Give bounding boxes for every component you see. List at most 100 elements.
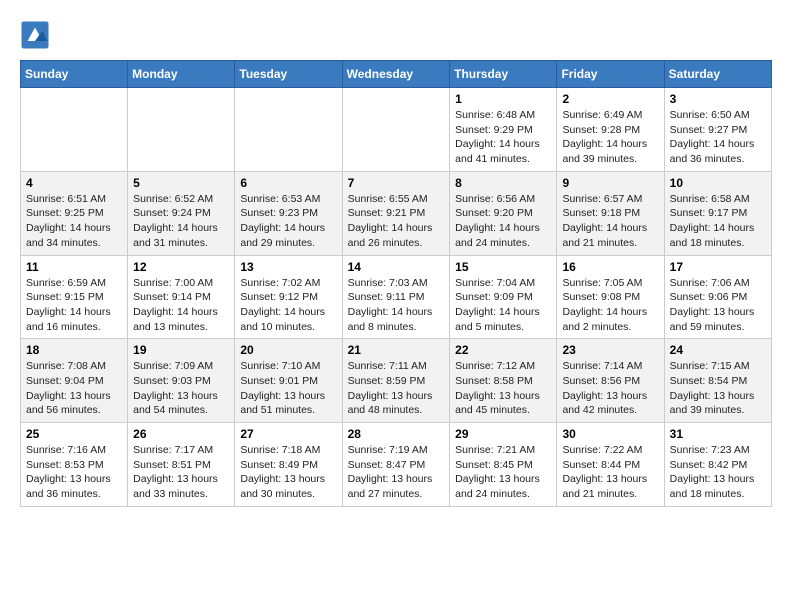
day-info: Sunrise: 7:23 AMSunset: 8:42 PMDaylight:… xyxy=(670,443,766,502)
day-info: Sunrise: 6:55 AMSunset: 9:21 PMDaylight:… xyxy=(348,192,445,251)
calendar-cell: 4 Sunrise: 6:51 AMSunset: 9:25 PMDaylight… xyxy=(21,171,128,255)
calendar-cell: 3 Sunrise: 6:50 AMSunset: 9:27 PMDaylight… xyxy=(664,88,771,172)
calendar-cell: 2 Sunrise: 6:49 AMSunset: 9:28 PMDaylight… xyxy=(557,88,664,172)
day-header-wednesday: Wednesday xyxy=(342,61,450,88)
day-number: 31 xyxy=(670,427,766,441)
calendar-cell: 8 Sunrise: 6:56 AMSunset: 9:20 PMDaylight… xyxy=(450,171,557,255)
day-number: 20 xyxy=(240,343,336,357)
day-number: 8 xyxy=(455,176,551,190)
day-info: Sunrise: 6:49 AMSunset: 9:28 PMDaylight:… xyxy=(562,108,658,167)
calendar-cell xyxy=(235,88,342,172)
calendar-week-row: 4 Sunrise: 6:51 AMSunset: 9:25 PMDaylight… xyxy=(21,171,772,255)
calendar-cell: 26 Sunrise: 7:17 AMSunset: 8:51 PMDayligh… xyxy=(128,423,235,507)
calendar-cell: 31 Sunrise: 7:23 AMSunset: 8:42 PMDayligh… xyxy=(664,423,771,507)
calendar-cell: 9Sunrise: 6:57 AMSunset: 9:18 PMDaylight… xyxy=(557,171,664,255)
calendar-cell: 15Sunrise: 7:04 AMSunset: 9:09 PMDayligh… xyxy=(450,255,557,339)
day-number: 14 xyxy=(348,260,445,274)
calendar-header-row: SundayMondayTuesdayWednesdayThursdayFrid… xyxy=(21,61,772,88)
day-info: Sunrise: 7:08 AMSunset: 9:04 PMDaylight:… xyxy=(26,359,122,418)
calendar-cell: 11 Sunrise: 6:59 AMSunset: 9:15 PMDayligh… xyxy=(21,255,128,339)
logo-icon xyxy=(20,20,50,50)
day-info: Sunrise: 7:15 AMSunset: 8:54 PMDaylight:… xyxy=(670,359,766,418)
calendar-cell xyxy=(128,88,235,172)
calendar-table: SundayMondayTuesdayWednesdayThursdayFrid… xyxy=(20,60,772,507)
calendar-cell: 5Sunrise: 6:52 AMSunset: 9:24 PMDaylight… xyxy=(128,171,235,255)
day-info: Sunrise: 7:22 AMSunset: 8:44 PMDaylight:… xyxy=(562,443,658,502)
day-info: Sunrise: 6:58 AMSunset: 9:17 PMDaylight:… xyxy=(670,192,766,251)
day-info: Sunrise: 7:18 AMSunset: 8:49 PMDaylight:… xyxy=(240,443,336,502)
day-info: Sunrise: 7:17 AMSunset: 8:51 PMDaylight:… xyxy=(133,443,229,502)
day-number: 13 xyxy=(240,260,336,274)
calendar-cell: 28Sunrise: 7:19 AMSunset: 8:47 PMDayligh… xyxy=(342,423,450,507)
calendar-cell: 12Sunrise: 7:00 AMSunset: 9:14 PMDayligh… xyxy=(128,255,235,339)
calendar-cell: 16 Sunrise: 7:05 AMSunset: 9:08 PMDayligh… xyxy=(557,255,664,339)
day-number: 11 xyxy=(26,260,122,274)
day-number: 3 xyxy=(670,92,766,106)
day-info: Sunrise: 7:16 AMSunset: 8:53 PMDaylight:… xyxy=(26,443,122,502)
day-header-tuesday: Tuesday xyxy=(235,61,342,88)
day-number: 27 xyxy=(240,427,336,441)
day-number: 15 xyxy=(455,260,551,274)
calendar-cell xyxy=(21,88,128,172)
calendar-cell: 29 Sunrise: 7:21 AMSunset: 8:45 PMDayligh… xyxy=(450,423,557,507)
day-number: 2 xyxy=(562,92,658,106)
day-info: Sunrise: 7:19 AMSunset: 8:47 PMDaylight:… xyxy=(348,443,445,502)
logo xyxy=(20,20,54,50)
calendar-cell: 23 Sunrise: 7:14 AMSunset: 8:56 PMDayligh… xyxy=(557,339,664,423)
day-info: Sunrise: 7:10 AMSunset: 9:01 PMDaylight:… xyxy=(240,359,336,418)
day-number: 4 xyxy=(26,176,122,190)
day-number: 6 xyxy=(240,176,336,190)
day-number: 25 xyxy=(26,427,122,441)
day-header-monday: Monday xyxy=(128,61,235,88)
day-header-thursday: Thursday xyxy=(450,61,557,88)
day-header-saturday: Saturday xyxy=(664,61,771,88)
day-number: 9 xyxy=(562,176,658,190)
calendar-cell: 27 Sunrise: 7:18 AMSunset: 8:49 PMDayligh… xyxy=(235,423,342,507)
calendar-cell: 1Sunrise: 6:48 AMSunset: 9:29 PMDaylight… xyxy=(450,88,557,172)
calendar-cell xyxy=(342,88,450,172)
calendar-cell: 18 Sunrise: 7:08 AMSunset: 9:04 PMDayligh… xyxy=(21,339,128,423)
calendar-cell: 19 Sunrise: 7:09 AMSunset: 9:03 PMDayligh… xyxy=(128,339,235,423)
day-number: 29 xyxy=(455,427,551,441)
day-info: Sunrise: 7:14 AMSunset: 8:56 PMDaylight:… xyxy=(562,359,658,418)
calendar-week-row: 25 Sunrise: 7:16 AMSunset: 8:53 PMDayligh… xyxy=(21,423,772,507)
day-info: Sunrise: 7:09 AMSunset: 9:03 PMDaylight:… xyxy=(133,359,229,418)
calendar-cell: 24 Sunrise: 7:15 AMSunset: 8:54 PMDayligh… xyxy=(664,339,771,423)
day-header-friday: Friday xyxy=(557,61,664,88)
day-number: 26 xyxy=(133,427,229,441)
day-info: Sunrise: 6:56 AMSunset: 9:20 PMDaylight:… xyxy=(455,192,551,251)
day-info: Sunrise: 7:03 AMSunset: 9:11 PMDaylight:… xyxy=(348,276,445,335)
day-info: Sunrise: 7:06 AMSunset: 9:06 PMDaylight:… xyxy=(670,276,766,335)
day-info: Sunrise: 7:00 AMSunset: 9:14 PMDaylight:… xyxy=(133,276,229,335)
day-number: 10 xyxy=(670,176,766,190)
day-info: Sunrise: 6:50 AMSunset: 9:27 PMDaylight:… xyxy=(670,108,766,167)
calendar-cell: 13 Sunrise: 7:02 AMSunset: 9:12 PMDayligh… xyxy=(235,255,342,339)
calendar-cell: 6 Sunrise: 6:53 AMSunset: 9:23 PMDaylight… xyxy=(235,171,342,255)
day-number: 21 xyxy=(348,343,445,357)
calendar-cell: 22Sunrise: 7:12 AMSunset: 8:58 PMDayligh… xyxy=(450,339,557,423)
day-info: Sunrise: 7:11 AMSunset: 8:59 PMDaylight:… xyxy=(348,359,445,418)
day-info: Sunrise: 7:21 AMSunset: 8:45 PMDaylight:… xyxy=(455,443,551,502)
calendar-cell: 30 Sunrise: 7:22 AMSunset: 8:44 PMDayligh… xyxy=(557,423,664,507)
day-number: 23 xyxy=(562,343,658,357)
calendar-cell: 25 Sunrise: 7:16 AMSunset: 8:53 PMDayligh… xyxy=(21,423,128,507)
day-info: Sunrise: 6:53 AMSunset: 9:23 PMDaylight:… xyxy=(240,192,336,251)
day-number: 22 xyxy=(455,343,551,357)
day-number: 24 xyxy=(670,343,766,357)
day-info: Sunrise: 7:02 AMSunset: 9:12 PMDaylight:… xyxy=(240,276,336,335)
day-info: Sunrise: 7:05 AMSunset: 9:08 PMDaylight:… xyxy=(562,276,658,335)
calendar-week-row: 1Sunrise: 6:48 AMSunset: 9:29 PMDaylight… xyxy=(21,88,772,172)
day-number: 19 xyxy=(133,343,229,357)
calendar-cell: 14 Sunrise: 7:03 AMSunset: 9:11 PMDayligh… xyxy=(342,255,450,339)
day-number: 16 xyxy=(562,260,658,274)
day-number: 18 xyxy=(26,343,122,357)
page-header xyxy=(20,20,772,50)
day-header-sunday: Sunday xyxy=(21,61,128,88)
day-number: 7 xyxy=(348,176,445,190)
day-number: 30 xyxy=(562,427,658,441)
day-info: Sunrise: 6:59 AMSunset: 9:15 PMDaylight:… xyxy=(26,276,122,335)
calendar-week-row: 11 Sunrise: 6:59 AMSunset: 9:15 PMDayligh… xyxy=(21,255,772,339)
day-number: 1 xyxy=(455,92,551,106)
calendar-week-row: 18 Sunrise: 7:08 AMSunset: 9:04 PMDayligh… xyxy=(21,339,772,423)
day-info: Sunrise: 6:51 AMSunset: 9:25 PMDaylight:… xyxy=(26,192,122,251)
